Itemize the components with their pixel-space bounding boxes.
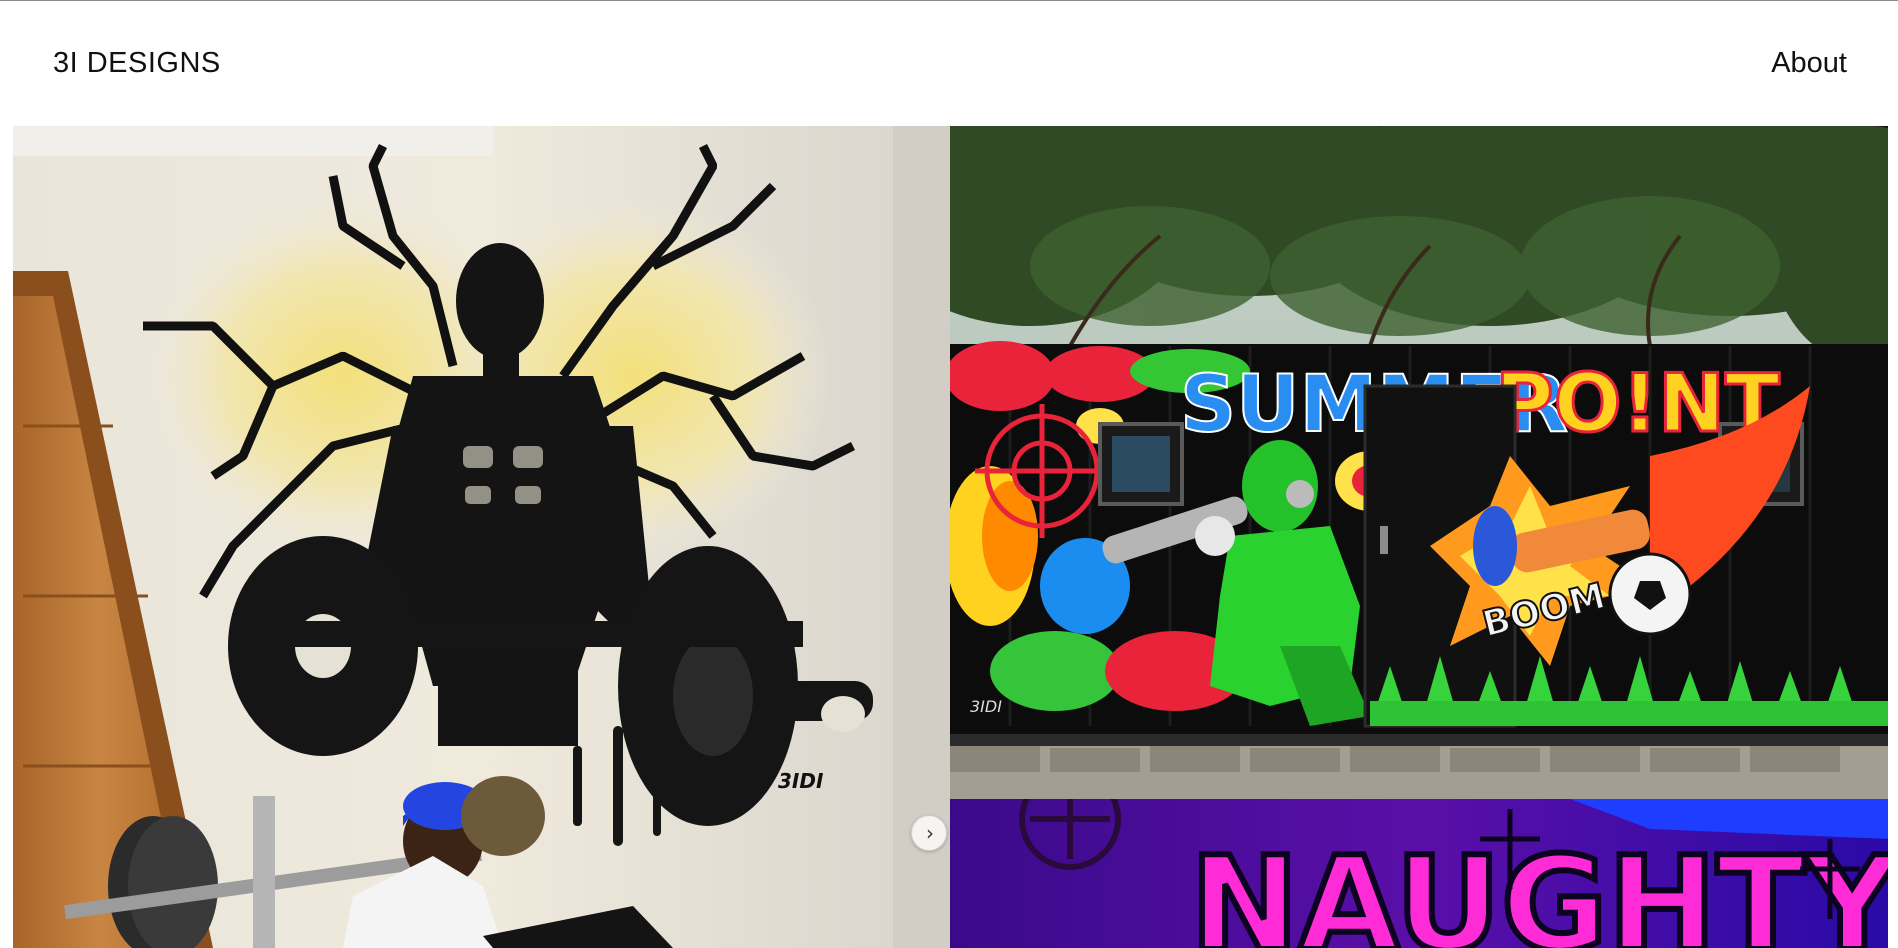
container-mural-image: SUMMER PO!NT BOOM — [950, 126, 1888, 799]
gallery-image-container-mural[interactable]: SUMMER PO!NT BOOM — [950, 126, 1888, 799]
nav-about-link[interactable]: About — [1771, 47, 1847, 80]
container-mural-signature: 3IDI — [970, 697, 1002, 716]
brand-logo-link[interactable]: 3I DESIGNS — [53, 47, 221, 80]
gym-mural-image: 3IDI — [13, 126, 950, 948]
neon-mural-image: NAUGHTY — [950, 799, 1888, 948]
neon-mural-headline: NAUGHTY — [1190, 828, 1888, 948]
gym-mural-signature: 3IDI — [778, 769, 824, 793]
gallery-image-gym-mural[interactable]: 3IDI › — [13, 126, 950, 948]
site-header: 3I DESIGNS About — [0, 1, 1898, 127]
gallery-image-neon-mural[interactable]: NAUGHTY — [950, 799, 1888, 948]
chevron-right-icon[interactable]: › — [911, 815, 947, 851]
